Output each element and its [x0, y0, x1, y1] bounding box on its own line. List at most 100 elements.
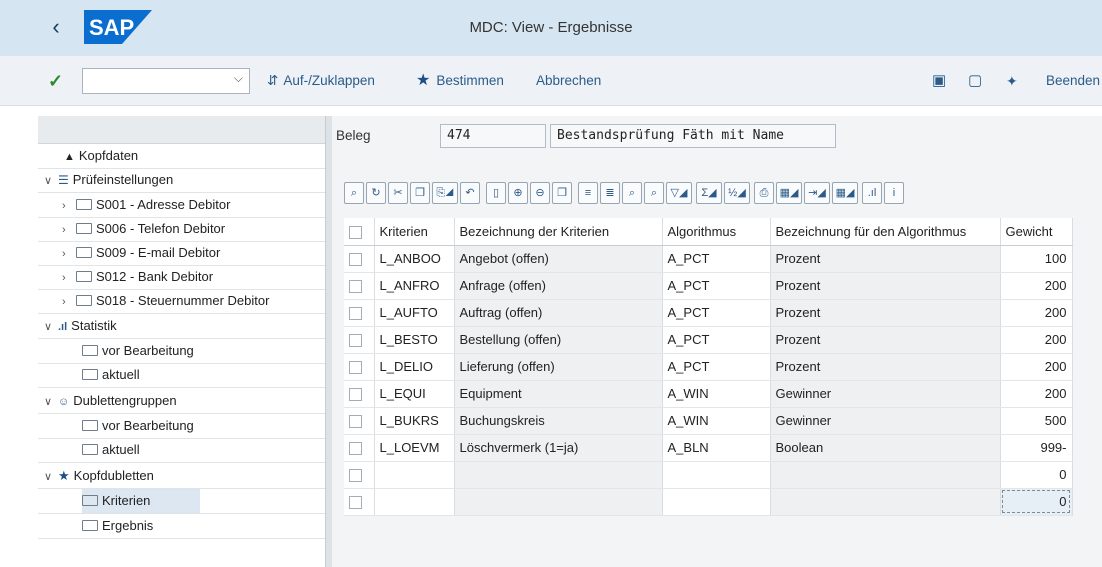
layout-icon[interactable]: ▣	[932, 71, 946, 91]
cell-algorithmus[interactable]: A_PCT	[662, 299, 771, 327]
sort-ascending-icon[interactable]: ≡	[578, 182, 598, 204]
exit-button[interactable]: Beenden	[1046, 71, 1100, 91]
determine-button[interactable]: ★ Bestimmen	[416, 71, 504, 91]
chevron-right-icon[interactable]: ›	[62, 194, 76, 218]
cell-algorithmus[interactable]: A_WIN	[662, 380, 771, 408]
row-select-checkbox[interactable]	[344, 272, 375, 300]
table-row[interactable]: L_ANFRO Anfrage (offen) A_PCT Prozent 200	[344, 272, 1073, 300]
cell-kriterien[interactable]: L_EQUI	[374, 380, 455, 408]
subtotal-icon[interactable]: ½◢	[724, 182, 750, 204]
tree-item-ergebnis[interactable]: Ergebnis	[82, 514, 153, 538]
tree-item-s006[interactable]: › S006 - Telefon Debitor	[62, 217, 225, 241]
details-icon[interactable]: ⌕	[344, 182, 364, 204]
delete-row-icon[interactable]: ⊖	[530, 182, 550, 204]
tree-item-s009[interactable]: › S009 - E-mail Debitor	[62, 241, 220, 265]
table-row[interactable]: L_AUFTO Auftrag (offen) A_PCT Prozent 200	[344, 299, 1073, 327]
expand-collapse-button[interactable]: ⇵ Auf-/Zuklappen	[267, 71, 375, 91]
chevron-down-icon[interactable]: ∨	[44, 390, 58, 414]
row-select-checkbox[interactable]	[344, 245, 375, 273]
column-header-algorithmus[interactable]: Algorithmus	[662, 218, 771, 246]
refresh-icon[interactable]: ↻	[366, 182, 386, 204]
cell-algorithmus[interactable]: A_BLN	[662, 434, 771, 462]
cell-kriterien[interactable]: L_BESTO	[374, 326, 455, 354]
table-row[interactable]: L_LOEVM Löschvermerk (1=ja) A_BLN Boolean 99…	[344, 434, 1073, 462]
table-row[interactable]: L_BUKRS Buchungskreis A_WIN Gewinner 500	[344, 407, 1073, 435]
chevron-down-icon[interactable]: ⌵	[234, 71, 243, 86]
column-header-bezeichnung-kriterien[interactable]: Bezeichnung der Kriterien	[454, 218, 663, 246]
cell-kriterien[interactable]	[374, 488, 455, 516]
cell-algorithmus[interactable]: A_WIN	[662, 407, 771, 435]
command-field[interactable]: ⌵	[82, 68, 250, 94]
cell-gewicht[interactable]: 200	[1000, 272, 1073, 300]
select-all-checkbox[interactable]	[344, 218, 375, 246]
chevron-right-icon[interactable]: ›	[62, 242, 76, 266]
column-header-kriterien[interactable]: Kriterien	[374, 218, 455, 246]
row-select-checkbox[interactable]	[344, 326, 375, 354]
tree-item-dubletten-aktuell[interactable]: aktuell	[82, 438, 140, 462]
enter-check-icon[interactable]: ✓	[48, 71, 63, 91]
cell-kriterien[interactable]: L_ANBOO	[374, 245, 455, 273]
tree-item-kopfdaten[interactable]: ▲ Kopfdaten	[64, 144, 138, 168]
copy-icon[interactable]: ❐	[410, 182, 430, 204]
cell-algorithmus[interactable]: A_PCT	[662, 272, 771, 300]
table-row[interactable]: L_ANBOO Angebot (offen) A_PCT Prozent 100	[344, 245, 1073, 273]
print-icon[interactable]: ⎙	[754, 182, 774, 204]
views-icon[interactable]: ▦◢	[776, 182, 802, 204]
info-icon[interactable]: i	[884, 182, 904, 204]
cell-gewicht[interactable]: 200	[1000, 326, 1073, 354]
chevron-right-icon[interactable]: ›	[62, 266, 76, 290]
row-select-checkbox[interactable]	[344, 407, 375, 435]
table-row[interactable]: L_EQUI Equipment A_WIN Gewinner 200	[344, 380, 1073, 408]
cell-kriterien[interactable]: L_BUKRS	[374, 407, 455, 435]
tree-item-dubletten-vor-bearbeitung[interactable]: vor Bearbeitung	[82, 414, 194, 438]
cell-gewicht[interactable]: 999-	[1000, 434, 1073, 462]
table-row[interactable]: L_BESTO Bestellung (offen) A_PCT Prozent 200	[344, 326, 1073, 354]
cell-gewicht[interactable]: 200	[1000, 353, 1073, 381]
new-page-icon[interactable]: ▯	[486, 182, 506, 204]
find-next-icon[interactable]: ⌕	[644, 182, 664, 204]
duplicate-row-icon[interactable]: ❐	[552, 182, 572, 204]
cancel-button[interactable]: Abbrechen	[536, 71, 601, 91]
settings-icon[interactable]: ✦	[1006, 71, 1018, 91]
insert-row-icon[interactable]: ⊕	[508, 182, 528, 204]
undo-icon[interactable]: ↶	[460, 182, 480, 204]
sum-icon[interactable]: Σ◢	[696, 182, 722, 204]
sort-descending-icon[interactable]: ≣	[600, 182, 620, 204]
row-select-checkbox[interactable]	[344, 434, 375, 462]
tree-item-kopfdubletten[interactable]: ∨ ★ Kopfdubletten	[44, 464, 154, 488]
cell-kriterien[interactable]: L_LOEVM	[374, 434, 455, 462]
cell-algorithmus[interactable]	[662, 461, 771, 489]
table-row[interactable]: 0	[344, 461, 1073, 489]
column-header-gewicht[interactable]: Gewicht	[1000, 218, 1073, 246]
column-header-bezeichnung-algorithmus[interactable]: Bezeichnung für den Algorithmus	[770, 218, 1001, 246]
cell-algorithmus[interactable]: A_PCT	[662, 326, 771, 354]
cell-gewicht[interactable]: 200	[1000, 380, 1073, 408]
cell-algorithmus[interactable]: A_PCT	[662, 353, 771, 381]
tree-item-s001[interactable]: › S001 - Adresse Debitor	[62, 193, 230, 217]
chevron-down-icon[interactable]: ∨	[44, 465, 58, 489]
window-icon[interactable]: ▢	[968, 71, 982, 91]
cell-gewicht[interactable]: 100	[1000, 245, 1073, 273]
tree-item-statistik-vor-bearbeitung[interactable]: vor Bearbeitung	[82, 339, 194, 363]
cell-kriterien[interactable]: L_DELIO	[374, 353, 455, 381]
cell-gewicht[interactable]: 0	[1000, 488, 1073, 516]
layout-select-icon[interactable]: ▦◢	[832, 182, 858, 204]
cell-kriterien[interactable]: L_AUFTO	[374, 299, 455, 327]
table-row[interactable]: L_DELIO Lieferung (offen) A_PCT Prozent 200	[344, 353, 1073, 381]
cell-gewicht[interactable]: 200	[1000, 299, 1073, 327]
tree-item-s012[interactable]: › S012 - Bank Debitor	[62, 265, 213, 289]
tree-item-kriterien[interactable]: Kriterien	[82, 489, 200, 513]
filter-icon[interactable]: ▽◢	[666, 182, 692, 204]
find-icon[interactable]: ⌕	[622, 182, 642, 204]
chevron-down-icon[interactable]: ∨	[44, 315, 58, 339]
chevron-down-icon[interactable]: ∨	[44, 169, 58, 193]
tree-item-statistik-aktuell[interactable]: aktuell	[82, 363, 140, 387]
row-select-checkbox[interactable]	[344, 488, 375, 516]
row-select-checkbox[interactable]	[344, 353, 375, 381]
tree-item-dublettengruppen[interactable]: ∨ ☺ Dublettengruppen	[44, 389, 177, 413]
cell-kriterien[interactable]	[374, 461, 455, 489]
cell-algorithmus[interactable]: A_PCT	[662, 245, 771, 273]
export-icon[interactable]: ⇥◢	[804, 182, 830, 204]
table-row[interactable]: 0	[344, 488, 1073, 516]
chevron-right-icon[interactable]: ›	[62, 218, 76, 242]
